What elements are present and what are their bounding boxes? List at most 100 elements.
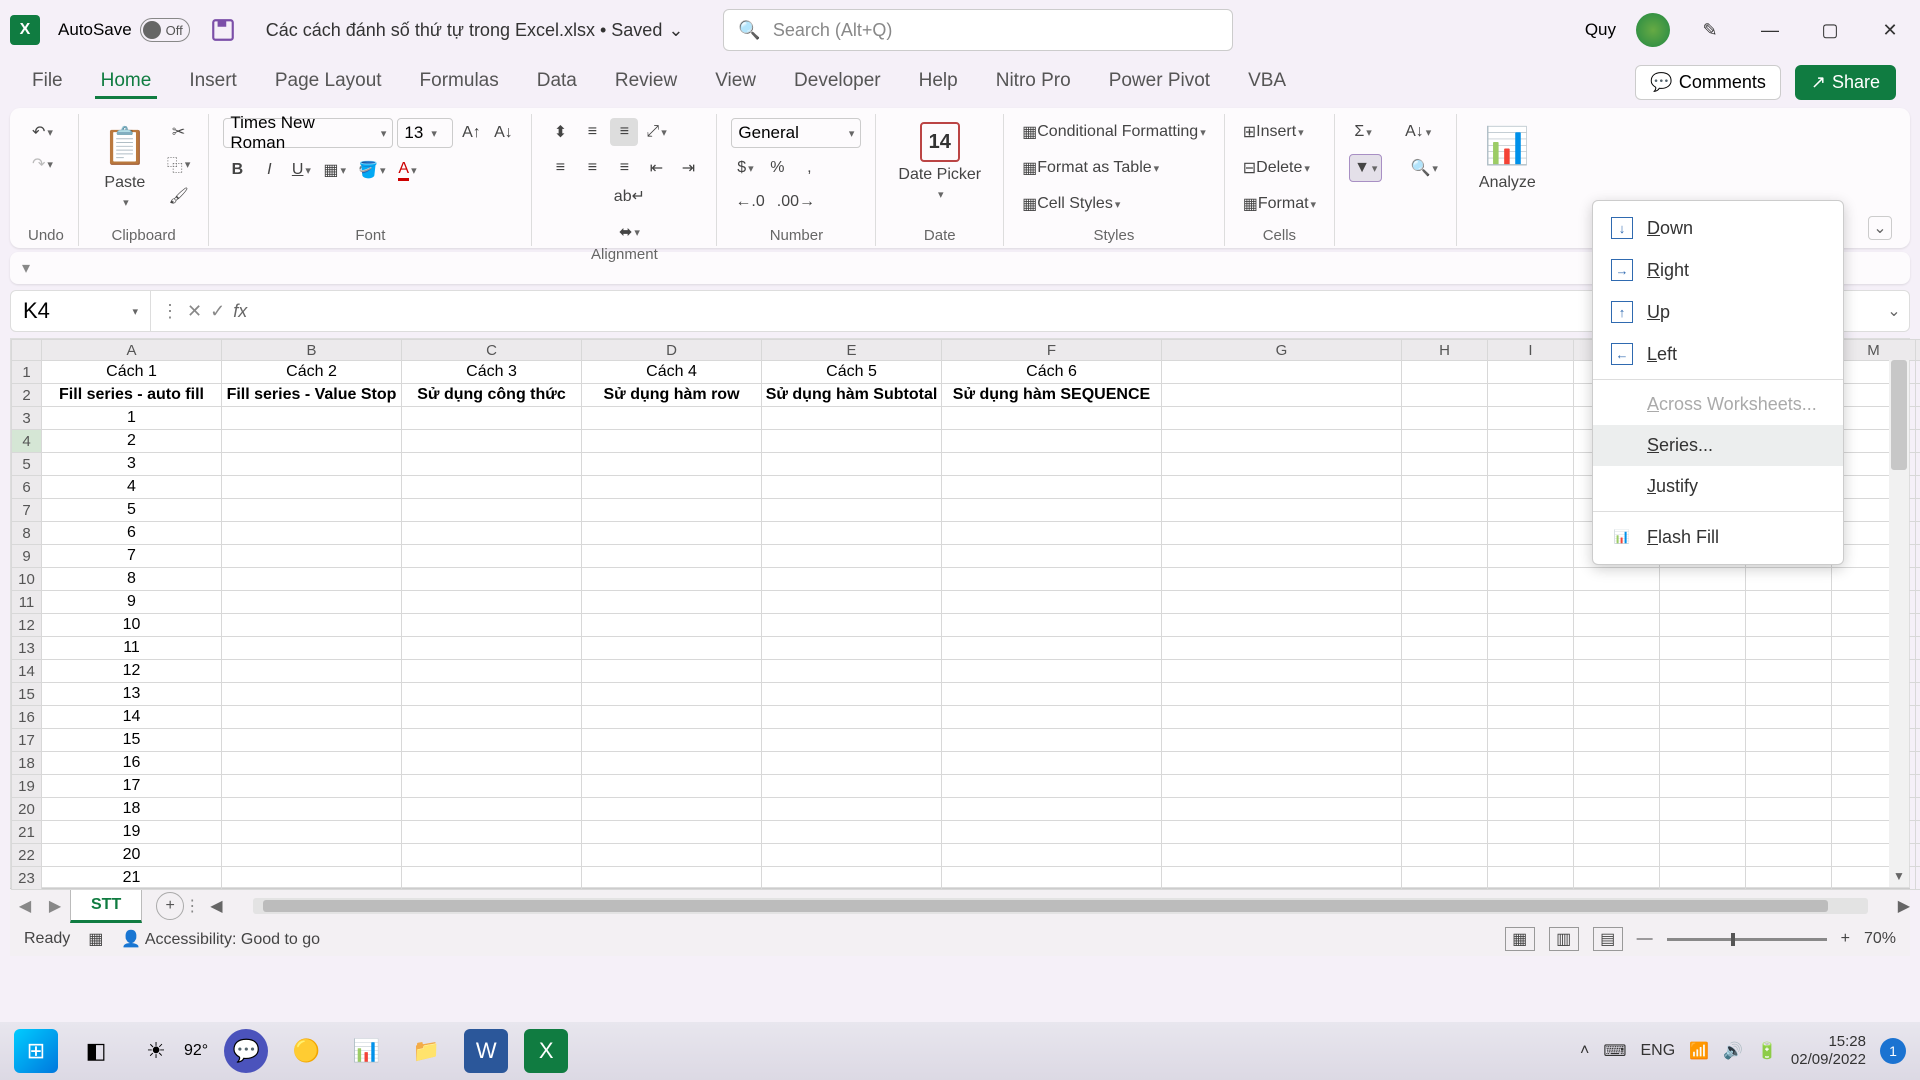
cell-I19[interactable]: [1488, 775, 1574, 798]
cell-G8[interactable]: [1162, 522, 1402, 545]
select-all-corner[interactable]: [12, 340, 42, 361]
find-select-button[interactable]: 🔍▾: [1406, 154, 1441, 182]
cell-E13[interactable]: [762, 637, 942, 660]
cell-C15[interactable]: [402, 683, 582, 706]
cell-B6[interactable]: [222, 476, 402, 499]
row-header-16[interactable]: 16: [12, 706, 42, 729]
row-header-20[interactable]: 20: [12, 798, 42, 821]
row-header-19[interactable]: 19: [12, 775, 42, 798]
cell-L19[interactable]: [1746, 775, 1832, 798]
fx-button[interactable]: fx: [233, 301, 247, 322]
sort-filter-button[interactable]: A↓▾: [1401, 118, 1435, 146]
cell-J20[interactable]: [1574, 798, 1660, 821]
cell-B20[interactable]: [222, 798, 402, 821]
cell-A9[interactable]: 7: [42, 545, 222, 568]
cell-I3[interactable]: [1488, 407, 1574, 430]
cell-K10[interactable]: [1660, 568, 1746, 591]
col-header-F[interactable]: F: [942, 340, 1162, 361]
cell-L20[interactable]: [1746, 798, 1832, 821]
increase-decimal-button[interactable]: ←.0: [731, 188, 768, 216]
task-view-button[interactable]: ◧: [74, 1029, 118, 1073]
cell-C2[interactable]: Sử dụng công thức: [402, 384, 582, 407]
excel-taskbar-icon[interactable]: X: [524, 1029, 568, 1073]
cell-G15[interactable]: [1162, 683, 1402, 706]
cell-F13[interactable]: [942, 637, 1162, 660]
cell-B13[interactable]: [222, 637, 402, 660]
row-header-18[interactable]: 18: [12, 752, 42, 775]
cell-C6[interactable]: [402, 476, 582, 499]
cell-D3[interactable]: [582, 407, 762, 430]
cell-E22[interactable]: [762, 844, 942, 867]
cell-K20[interactable]: [1660, 798, 1746, 821]
cell-G1[interactable]: [1162, 361, 1402, 384]
cell-K16[interactable]: [1660, 706, 1746, 729]
cell-N10[interactable]: [1916, 568, 1920, 591]
cell-G5[interactable]: [1162, 453, 1402, 476]
cell-N17[interactable]: [1916, 729, 1920, 752]
cell-F20[interactable]: [942, 798, 1162, 821]
cell-N3[interactable]: [1916, 407, 1920, 430]
cell-G21[interactable]: [1162, 821, 1402, 844]
share-button[interactable]: ↗ Share: [1795, 65, 1896, 100]
cell-N13[interactable]: [1916, 637, 1920, 660]
col-header-C[interactable]: C: [402, 340, 582, 361]
cell-K19[interactable]: [1660, 775, 1746, 798]
cell-C21[interactable]: [402, 821, 582, 844]
cell-C17[interactable]: [402, 729, 582, 752]
cell-K11[interactable]: [1660, 591, 1746, 614]
cell-A20[interactable]: 18: [42, 798, 222, 821]
cell-H6[interactable]: [1402, 476, 1488, 499]
zoom-out-button[interactable]: —: [1637, 930, 1653, 948]
cell-N4[interactable]: [1916, 430, 1920, 453]
language-indicator[interactable]: ENG: [1640, 1042, 1675, 1060]
col-header-H[interactable]: H: [1402, 340, 1488, 361]
name-box[interactable]: K4▾: [11, 291, 151, 331]
ribbon-tab-data[interactable]: Data: [531, 66, 583, 99]
cell-N20[interactable]: [1916, 798, 1920, 821]
cell-E19[interactable]: [762, 775, 942, 798]
cell-B10[interactable]: [222, 568, 402, 591]
cell-D11[interactable]: [582, 591, 762, 614]
cell-A16[interactable]: 14: [42, 706, 222, 729]
cell-B22[interactable]: [222, 844, 402, 867]
cell-A4[interactable]: 2: [42, 430, 222, 453]
col-header-G[interactable]: G: [1162, 340, 1402, 361]
cell-F3[interactable]: [942, 407, 1162, 430]
user-avatar[interactable]: [1636, 13, 1670, 47]
cancel-formula-button[interactable]: ✕: [187, 301, 202, 322]
row-header-7[interactable]: 7: [12, 499, 42, 522]
cell-F14[interactable]: [942, 660, 1162, 683]
weather-widget[interactable]: ☀: [134, 1029, 178, 1073]
fill-justify-item[interactable]: Justify: [1593, 466, 1843, 507]
cell-H21[interactable]: [1402, 821, 1488, 844]
cell-G2[interactable]: [1162, 384, 1402, 407]
cell-C16[interactable]: [402, 706, 582, 729]
cell-D9[interactable]: [582, 545, 762, 568]
percent-button[interactable]: %: [763, 154, 791, 182]
cell-B12[interactable]: [222, 614, 402, 637]
cell-G19[interactable]: [1162, 775, 1402, 798]
cell-K23[interactable]: [1660, 867, 1746, 890]
row-header-15[interactable]: 15: [12, 683, 42, 706]
cell-G11[interactable]: [1162, 591, 1402, 614]
cell-H23[interactable]: [1402, 867, 1488, 890]
cell-E17[interactable]: [762, 729, 942, 752]
cell-N19[interactable]: [1916, 775, 1920, 798]
cell-J11[interactable]: [1574, 591, 1660, 614]
cell-G3[interactable]: [1162, 407, 1402, 430]
decrease-font-button[interactable]: A↓: [489, 119, 517, 147]
cell-I1[interactable]: [1488, 361, 1574, 384]
cell-D18[interactable]: [582, 752, 762, 775]
cell-L10[interactable]: [1746, 568, 1832, 591]
fill-left-item[interactable]: ←Left: [1593, 333, 1843, 375]
cell-C22[interactable]: [402, 844, 582, 867]
cell-H19[interactable]: [1402, 775, 1488, 798]
cell-F16[interactable]: [942, 706, 1162, 729]
cell-A7[interactable]: 5: [42, 499, 222, 522]
font-size-select[interactable]: 13▾: [397, 118, 453, 148]
cell-C19[interactable]: [402, 775, 582, 798]
align-top-button[interactable]: ⬍: [546, 118, 574, 146]
cell-E18[interactable]: [762, 752, 942, 775]
cell-H3[interactable]: [1402, 407, 1488, 430]
ribbon-tab-page-layout[interactable]: Page Layout: [269, 66, 388, 99]
